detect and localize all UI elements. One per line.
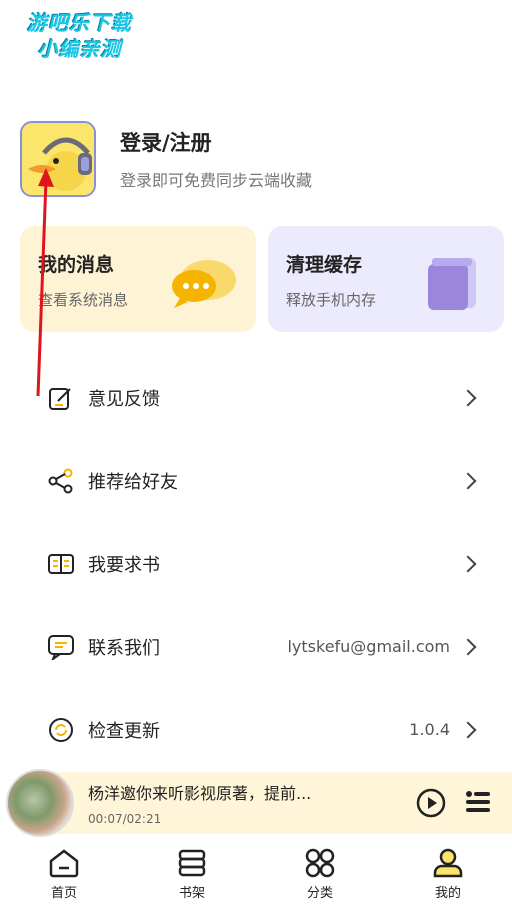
- playlist-button[interactable]: [464, 788, 494, 818]
- menu-item-request-book[interactable]: 我要求书: [0, 522, 512, 605]
- menu-label-check-update: 检查更新: [88, 720, 160, 742]
- watermark-line-1: 游吧乐下载: [27, 11, 132, 35]
- profile-icon: [433, 848, 463, 878]
- mini-player[interactable]: 杨洋邀你来听影视原著，提前... 00:07/02:21: [6, 769, 512, 837]
- profile-header[interactable]: 登录/注册 登录即可免费同步云端收藏: [20, 120, 492, 198]
- menu-label-feedback: 意见反馈: [88, 388, 160, 410]
- menu-item-check-update[interactable]: 检查更新 1.0.4: [0, 688, 512, 771]
- playlist-icon: [466, 791, 490, 812]
- tab-home-label: 首页: [50, 886, 77, 901]
- trash-cup-icon: [422, 254, 486, 318]
- message-bubble-icon: [166, 254, 238, 314]
- audio-cover-image[interactable]: [6, 769, 74, 837]
- bottom-tab-bar: 首页 书架 分类 我的: [0, 838, 512, 907]
- bookshelf-icon: [178, 849, 206, 877]
- play-button[interactable]: [416, 788, 446, 818]
- update-refresh-icon: [46, 715, 76, 745]
- tab-category-label: 分类: [306, 886, 333, 901]
- watermark-line-2: 小编亲测: [37, 37, 122, 61]
- menu-label-request-book: 我要求书: [88, 554, 160, 576]
- settings-menu: 意见反馈 推荐给好友 我要求书 联系我们 lytskefu@gmail.com …: [0, 356, 512, 771]
- login-register-title[interactable]: 登录/注册: [120, 127, 312, 157]
- clear-cache-card[interactable]: 清理缓存 释放手机内存: [268, 226, 504, 332]
- player-track-title: 杨洋邀你来听影视原著，提前...: [88, 784, 312, 803]
- chevron-right-icon: [459, 721, 477, 738]
- book-request-icon: [46, 549, 76, 579]
- chevron-right-icon: [459, 555, 477, 572]
- menu-item-feedback[interactable]: 意见反馈: [0, 356, 512, 439]
- tab-bookshelf[interactable]: 书架: [128, 838, 256, 907]
- tab-home[interactable]: 首页: [0, 838, 128, 907]
- my-messages-card[interactable]: 我的消息 查看系统消息: [20, 226, 256, 332]
- tab-profile[interactable]: 我的: [384, 838, 512, 907]
- watermark: 游吧乐下载 小编亲测: [12, 10, 147, 62]
- contact-email: lytskefu@gmail.com: [287, 637, 450, 656]
- share-icon: [46, 466, 76, 496]
- menu-item-contact[interactable]: 联系我们 lytskefu@gmail.com: [0, 605, 512, 688]
- contact-message-icon: [46, 632, 76, 662]
- quick-cards: 我的消息 查看系统消息 清理缓存 释放手机内存: [20, 226, 504, 332]
- chevron-right-icon: [459, 638, 477, 655]
- feedback-edit-icon: [46, 383, 76, 413]
- chevron-right-icon: [459, 389, 477, 406]
- chevron-right-icon: [459, 472, 477, 489]
- tab-bookshelf-label: 书架: [178, 886, 205, 901]
- category-icon: [305, 848, 335, 878]
- play-icon: [416, 788, 446, 818]
- player-time: 00:07/02:21: [88, 812, 162, 826]
- menu-label-contact: 联系我们: [88, 637, 160, 659]
- menu-item-share[interactable]: 推荐给好友: [0, 439, 512, 522]
- login-subtitle: 登录即可免费同步云端收藏: [120, 171, 313, 190]
- home-icon: [49, 849, 79, 878]
- tab-category[interactable]: 分类: [256, 838, 384, 907]
- duck-headphones-avatar-icon[interactable]: [20, 121, 96, 197]
- menu-label-share: 推荐给好友: [88, 471, 178, 493]
- tab-profile-label: 我的: [434, 886, 461, 901]
- app-version: 1.0.4: [409, 720, 450, 739]
